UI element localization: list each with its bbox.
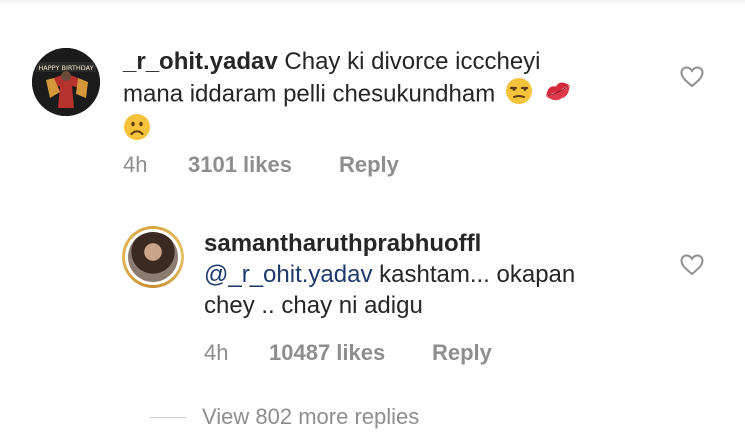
comment-body-line2: chey .. chay ni adigu: [204, 292, 423, 319]
reply-button[interactable]: Reply: [432, 340, 492, 366]
comment-likes[interactable]: 10487 likes: [269, 340, 385, 366]
avatar[interactable]: [122, 226, 184, 288]
avatar[interactable]: HAPPY BIRTHDAY: [32, 48, 100, 116]
comment-text: samantharuthprabhuoffl @_r_ohit.yadav ka…: [204, 228, 664, 321]
avatar-caption: HAPPY BIRTHDAY: [38, 64, 93, 72]
heart-icon[interactable]: [680, 254, 704, 276]
comment-likes[interactable]: 3101 likes: [188, 152, 292, 178]
reply-button[interactable]: Reply: [339, 152, 399, 178]
comment-body-line1: kashtam... okapan: [379, 261, 576, 288]
view-more-replies-label[interactable]: View 802 more replies: [202, 404, 419, 430]
comment-time: 4h: [123, 152, 148, 177]
comment-time: 4h: [204, 340, 229, 365]
comment-username[interactable]: _r_ohit.yadav: [123, 48, 278, 75]
comment-reply: samantharuthprabhuoffl @_r_ohit.yadav ka…: [0, 222, 745, 372]
comment-text: _r_ohit.yadav Chay ki divorce icccheyi m…: [123, 46, 643, 149]
comment-username[interactable]: samantharuthprabhuoffl: [204, 230, 481, 257]
comment-body-line2: mana iddaram pelli chesukundham: [123, 80, 496, 108]
frowning-face-emoji: [123, 113, 151, 149]
comment-body-line1: Chay ki divorce icccheyi: [284, 48, 541, 75]
mention-link[interactable]: @_r_ohit.yadav: [204, 261, 372, 288]
unamused-face-emoji: [505, 77, 533, 113]
comment: HAPPY BIRTHDAY _r_ohit.yadav Chay ki div…: [0, 40, 745, 190]
top-divider: [0, 0, 745, 6]
heart-icon[interactable]: [680, 66, 704, 88]
kiss-lips-emoji: [543, 77, 573, 113]
divider-line: [150, 417, 186, 418]
